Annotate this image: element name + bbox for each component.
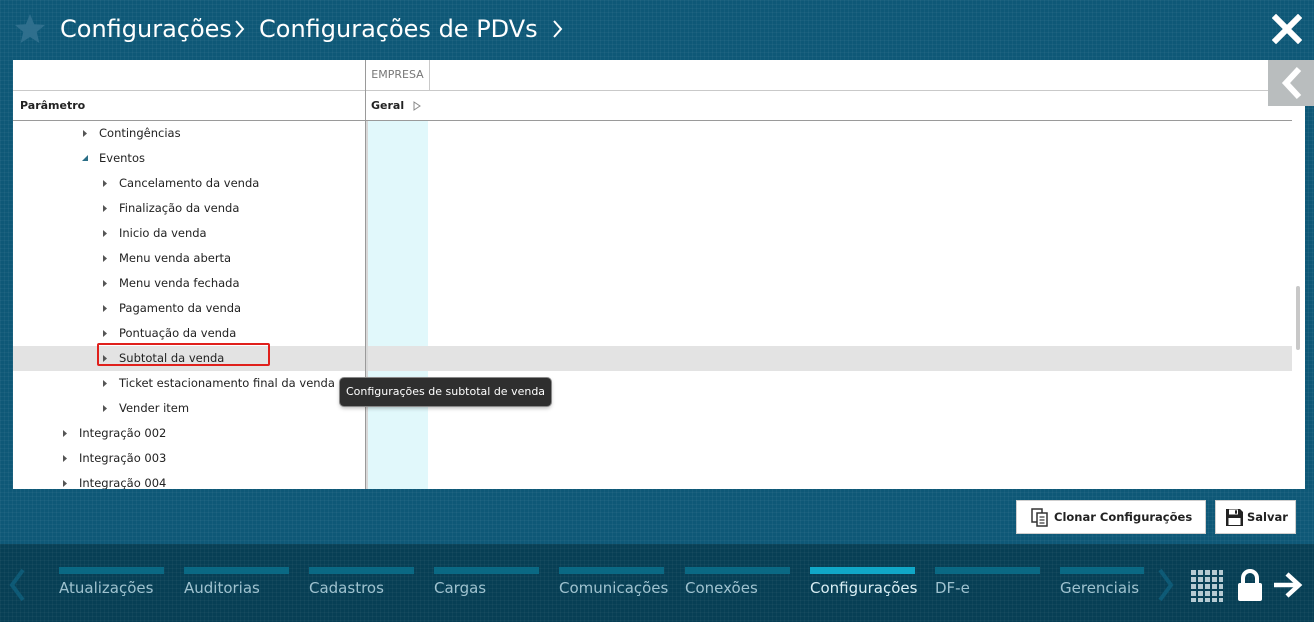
column-group-empresa: EMPRESA bbox=[365, 60, 430, 90]
tab-label: Cadastros bbox=[309, 579, 384, 597]
tab-bar bbox=[935, 567, 1040, 574]
star-icon[interactable] bbox=[14, 13, 46, 45]
collapse-arrow-icon[interactable] bbox=[81, 154, 89, 163]
tree-item-label: Integração 002 bbox=[79, 426, 167, 440]
tab-label: DF-e bbox=[935, 579, 970, 597]
expand-arrow-icon[interactable] bbox=[101, 254, 109, 263]
clone-document-icon bbox=[1031, 508, 1048, 527]
tab-label: Conexões bbox=[685, 579, 758, 597]
vertical-scrollbar[interactable] bbox=[1292, 60, 1305, 489]
tree-row[interactable]: Menu venda aberta bbox=[13, 246, 1293, 271]
expand-arrow-icon[interactable] bbox=[101, 279, 109, 288]
tab-bar bbox=[309, 567, 414, 574]
tab-label: Auditorias bbox=[184, 579, 260, 597]
lock-icon[interactable] bbox=[1236, 568, 1264, 602]
expand-arrow-icon[interactable] bbox=[101, 329, 109, 338]
footer-nav: Atualizações Auditorias Cadastros Cargas… bbox=[0, 544, 1314, 622]
tree-row[interactable]: Inicio da venda bbox=[13, 221, 1293, 246]
tree-row[interactable]: Cancelamento da venda bbox=[13, 171, 1293, 196]
clone-configurations-button[interactable]: Clonar Configurações bbox=[1016, 500, 1206, 534]
parameter-column-header: Parâmetro bbox=[20, 99, 86, 112]
tree-item-label: Ticket estacionamento final da venda bbox=[119, 376, 335, 390]
expand-arrow-icon[interactable] bbox=[101, 179, 109, 188]
tree-item-label: Finalização da venda bbox=[119, 201, 240, 215]
floppy-disk-icon bbox=[1226, 509, 1243, 526]
tree-item-label: Vender item bbox=[119, 401, 190, 415]
expand-arrow-icon[interactable] bbox=[101, 204, 109, 213]
tab-bar bbox=[184, 567, 289, 574]
expand-arrow-icon[interactable] bbox=[101, 404, 109, 413]
breadcrumb-configuracoes[interactable]: Configurações bbox=[60, 14, 232, 44]
tree-item-label: Contingências bbox=[99, 126, 181, 140]
tree-item-label: Menu venda fechada bbox=[119, 276, 240, 290]
tree-row[interactable]: Integração 003 bbox=[13, 446, 1293, 471]
scrollbar-thumb[interactable] bbox=[1296, 286, 1300, 350]
expand-column-icon[interactable] bbox=[413, 101, 421, 111]
chevron-left-icon bbox=[1281, 66, 1302, 100]
tree-item-label: Inicio da venda bbox=[119, 226, 207, 240]
column-header-row: Parâmetro Geral bbox=[13, 91, 1305, 121]
tree-row[interactable]: Vender item bbox=[13, 396, 1293, 421]
tree-item-label: Integração 004 bbox=[79, 476, 167, 489]
expand-arrow-icon[interactable] bbox=[101, 379, 109, 388]
tooltip: Configurações de subtotal de venda bbox=[340, 378, 551, 406]
app-header: Configurações Configurações de PDVs bbox=[0, 0, 1314, 60]
chevron-right-icon bbox=[235, 20, 245, 38]
tree-row[interactable]: Contingências bbox=[13, 121, 1293, 146]
clone-configurations-label: Clonar Configurações bbox=[1054, 510, 1193, 524]
tree-item-label: Cancelamento da venda bbox=[119, 176, 260, 190]
tab-label: Configurações bbox=[810, 579, 918, 597]
tree-row[interactable]: Menu venda fechada bbox=[13, 271, 1293, 296]
tab-label: Comunicações bbox=[559, 579, 669, 597]
tree-row[interactable]: Pagamento da venda bbox=[13, 296, 1293, 321]
tab-bar-active bbox=[810, 567, 915, 574]
tab-label: Atualizações bbox=[59, 579, 154, 597]
save-label: Salvar bbox=[1247, 510, 1288, 524]
tab-bar bbox=[1060, 567, 1144, 574]
tree-row[interactable]: Finalização da venda bbox=[13, 196, 1293, 221]
parameters-grid: EMPRESA Parâmetro Geral Contingências Ev… bbox=[13, 60, 1305, 489]
highlight-annotation bbox=[97, 343, 270, 366]
expand-arrow-icon[interactable] bbox=[81, 129, 89, 138]
expand-arrow-icon[interactable] bbox=[101, 229, 109, 238]
column-group-header: EMPRESA bbox=[13, 60, 1305, 91]
breadcrumb-configuracoes-pdvs[interactable]: Configurações de PDVs bbox=[259, 14, 538, 44]
apps-grid-icon[interactable] bbox=[1191, 570, 1223, 602]
expand-arrow-icon[interactable] bbox=[101, 304, 109, 313]
close-icon[interactable] bbox=[1272, 14, 1302, 44]
tab-bar bbox=[434, 567, 539, 574]
tree-row[interactable]: Eventos bbox=[13, 146, 1293, 171]
tree-item-label: Integração 003 bbox=[79, 451, 167, 465]
column-divider-shadow bbox=[366, 121, 368, 489]
save-button[interactable]: Salvar bbox=[1215, 500, 1296, 534]
chevron-right-icon[interactable] bbox=[550, 18, 564, 40]
tab-bar bbox=[685, 567, 790, 574]
expand-arrow-icon[interactable] bbox=[61, 429, 69, 438]
tree-item-label: Menu venda aberta bbox=[119, 251, 232, 265]
side-panel-toggle[interactable] bbox=[1268, 60, 1314, 106]
tree-item-label: Pagamento da venda bbox=[119, 301, 242, 315]
chevron-left-icon[interactable] bbox=[8, 568, 26, 602]
tree-item-label: Eventos bbox=[99, 151, 145, 165]
geral-column-header[interactable]: Geral bbox=[371, 91, 404, 121]
expand-arrow-icon[interactable] bbox=[61, 454, 69, 463]
tab-bar bbox=[59, 567, 164, 574]
logout-arrow-icon[interactable] bbox=[1272, 571, 1304, 599]
tree-row[interactable]: Ticket estacionamento final da venda bbox=[13, 371, 1293, 396]
tab-label: Cargas bbox=[434, 579, 487, 597]
tab-label: Gerenciais bbox=[1060, 579, 1140, 597]
parameter-tree: Contingências Eventos Cancelamento da ve… bbox=[13, 121, 1293, 489]
tree-row[interactable]: Integração 002 bbox=[13, 421, 1293, 446]
expand-arrow-icon[interactable] bbox=[61, 479, 69, 488]
tab-bar bbox=[559, 567, 664, 574]
chevron-right-icon[interactable] bbox=[1157, 568, 1175, 602]
tree-row[interactable]: Integração 004 bbox=[13, 471, 1293, 489]
